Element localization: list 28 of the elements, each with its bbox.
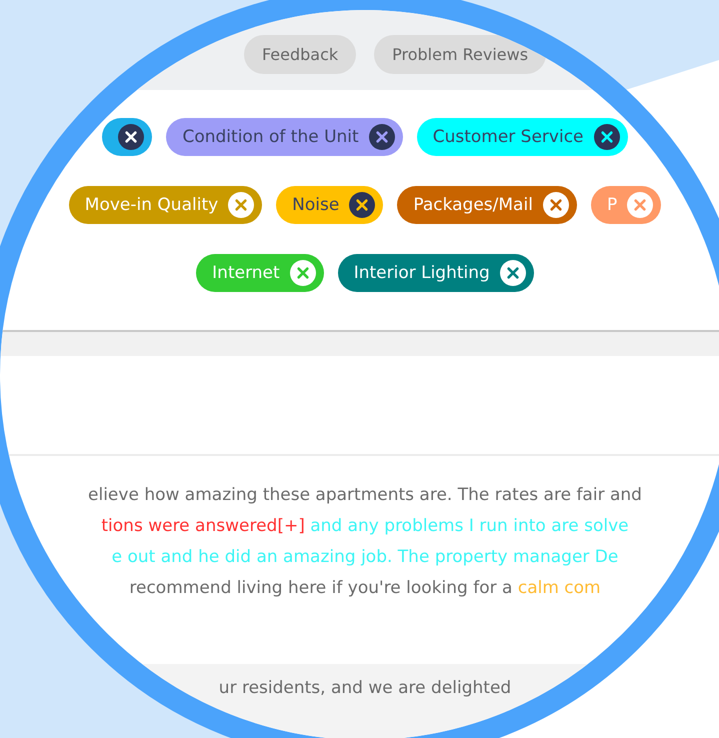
filter-tab[interactable]: Problem Reviews [374, 34, 546, 74]
review-line: recommend living here if you're looking for a calm com [129, 577, 601, 600]
remove-icon[interactable] [118, 124, 144, 150]
tag-label: Packages/Mail [413, 195, 533, 215]
tag-chip[interactable]: Noise [276, 186, 384, 224]
tag-chip[interactable] [102, 118, 152, 156]
remove-icon[interactable] [349, 192, 376, 218]
review-line: e out and he did an amazing job. The property manager De [112, 546, 618, 569]
tag-label: Interior Lighting [354, 263, 490, 283]
remove-icon[interactable] [594, 124, 620, 150]
tag-label: P [606, 195, 618, 215]
review-line: tions were answered[+] and any problems I run into are solve [101, 515, 629, 538]
tag-chip[interactable]: Internet [196, 254, 324, 292]
tag-chip[interactable]: Interior Lighting [338, 254, 534, 292]
tag-chip[interactable]: P [590, 186, 662, 224]
response-text: ur residents, and we are delighted [218, 678, 512, 700]
tag-label: Condition of the Unit [182, 127, 359, 147]
tag-chip[interactable]: Packages/Mail [397, 186, 577, 224]
review-line: elieve how amazing these apartments are. The rates are fair and [88, 484, 642, 507]
tag-chip[interactable]: Customer Service [416, 118, 628, 156]
tag-label: Move-in Quality [84, 195, 218, 215]
tag-label: Internet [212, 263, 280, 283]
tag-label: Customer Service [432, 127, 584, 147]
filter-tab[interactable]: Feedback [244, 34, 356, 74]
tag-chip[interactable]: Move-in Quality [68, 186, 262, 224]
tag-chip[interactable]: Condition of the Unit [166, 118, 403, 156]
tag-label: Noise [292, 195, 340, 215]
remove-icon[interactable] [368, 124, 395, 150]
